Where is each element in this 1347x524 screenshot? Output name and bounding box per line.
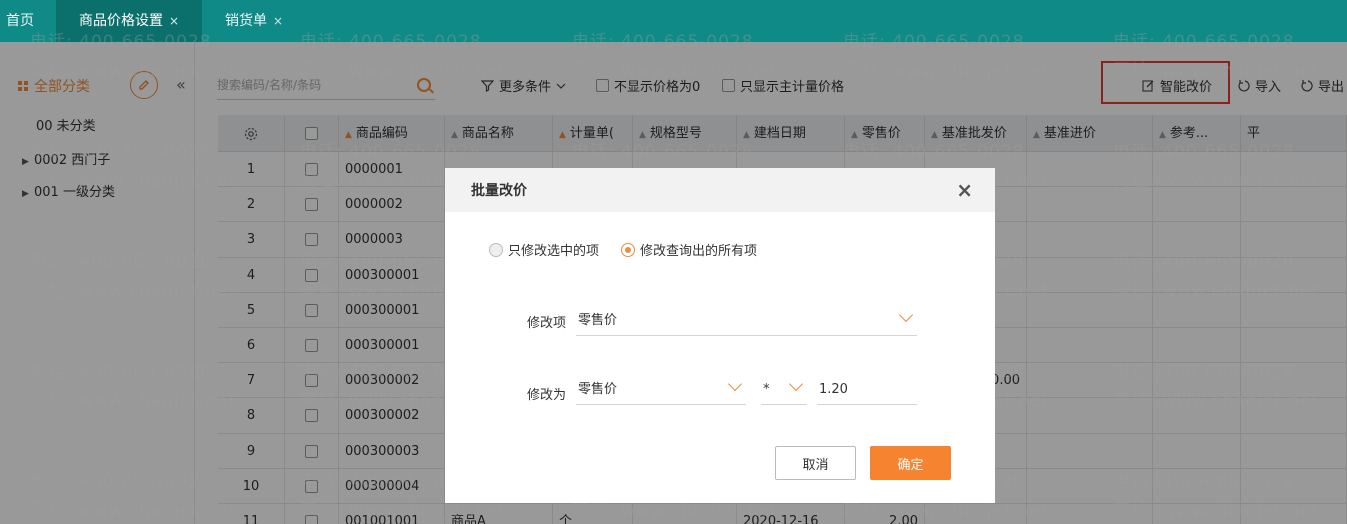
modify-item-label: 修改项 [527,316,567,331]
confirm-button[interactable]: 确定 [870,446,951,480]
modify-to-base-value: 零售价 [578,382,618,397]
radio-label: 修改查询出的所有项 [640,244,758,259]
modify-to-base-select[interactable]: 零售价 [576,375,746,405]
tab-home-label: 首页 [6,13,34,29]
tab-price-settings[interactable]: 商品价格设置 × [56,0,202,42]
top-tab-bar: 首页 商品价格设置 × 销货单 × [0,0,1347,42]
modify-to-label: 修改为 [527,388,567,403]
batch-price-dialog: 批量改价 × 只修改选中的项 修改查询出的所有项 修改项 零售价 修改为 零售价… [445,168,995,503]
cancel-button[interactable]: 取消 [775,446,856,480]
modify-item-select[interactable]: 零售价 [576,306,917,336]
radio-label: 只修改选中的项 [508,244,600,259]
chevron-down-icon [898,307,914,323]
operator-value: * [763,382,770,397]
chevron-down-icon [788,376,804,392]
radio-button[interactable] [489,242,503,257]
radio-selected-only[interactable]: 只修改选中的项 [489,240,599,259]
chevron-down-icon [727,376,743,392]
factor-input[interactable]: 1.20 [817,375,917,405]
dialog-header: 批量改价 × [445,168,995,212]
dialog-title: 批量改价 [471,183,527,199]
close-icon[interactable]: × [273,0,283,42]
radio-all-queried[interactable]: 修改查询出的所有项 [621,240,757,259]
factor-value: 1.20 [819,382,848,397]
tab-home[interactable]: 首页 [0,0,56,42]
tab-sales-order[interactable]: 销货单 × [202,0,306,42]
tab-sales-order-label: 销货单 [224,13,267,29]
close-icon[interactable]: × [169,0,179,42]
scope-radio-group: 只修改选中的项 修改查询出的所有项 [489,240,757,259]
close-icon[interactable]: × [956,178,973,202]
tab-price-settings-label: 商品价格设置 [78,13,163,29]
operator-select[interactable]: * [761,375,807,405]
modify-item-value: 零售价 [578,313,618,328]
radio-button[interactable] [621,242,636,257]
